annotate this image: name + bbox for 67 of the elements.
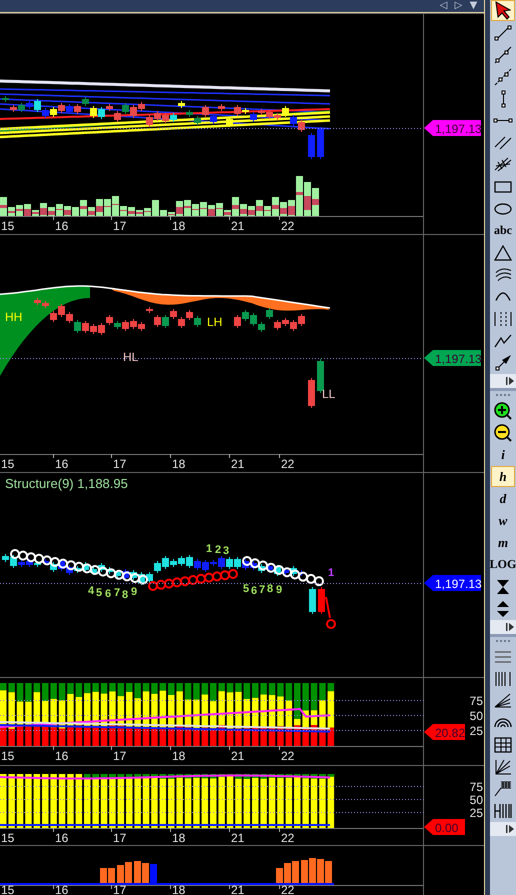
tool-button[interactable]: w: [491, 510, 515, 531]
nav-button[interactable]: ◁: [437, 0, 450, 12]
date-label: 21: [231, 883, 244, 895]
date-label: 15: [1, 457, 14, 471]
date-label: 16: [55, 457, 68, 471]
count-label: 8: [267, 583, 274, 595]
indicator-title: Structure(9) 1,188.95: [5, 476, 128, 491]
date-label: 15: [1, 219, 14, 233]
swing-label: HH: [5, 310, 22, 324]
date-label: 15: [1, 883, 14, 895]
axis-tick-label: 25: [470, 724, 483, 738]
date-label: 15: [1, 831, 14, 845]
price-tag: 20.82: [424, 724, 466, 740]
count-label: 6: [251, 585, 258, 597]
tool-button[interactable]: i: [491, 444, 515, 465]
count-label: 8: [122, 589, 128, 601]
date-label: 18: [172, 457, 186, 471]
date-label: 22: [281, 831, 294, 845]
tool-button[interactable]: abc: [491, 220, 515, 241]
date-label: 21: [231, 219, 244, 233]
date-label: 22: [281, 457, 294, 471]
date-label: 17: [113, 883, 126, 895]
date-label: 22: [281, 749, 294, 763]
date-label: 17: [113, 219, 126, 233]
count-label: 1: [328, 567, 334, 579]
count-label: 6: [105, 588, 112, 600]
axis-tick-label: 50: [470, 709, 483, 723]
date-label: 21: [231, 749, 244, 763]
date-label: 15: [1, 749, 14, 763]
date-label: 22: [281, 883, 294, 895]
nav-button[interactable]: ▷: [452, 0, 465, 12]
date-label: 21: [231, 831, 244, 845]
date-label: 18: [172, 749, 186, 763]
tool-button[interactable]: h: [491, 466, 515, 487]
date-label: 16: [55, 749, 68, 763]
price-tag: 0.00: [424, 819, 465, 835]
count-label: 9: [276, 584, 282, 596]
count-label: 5: [243, 583, 250, 595]
swing-label: LH: [207, 315, 222, 329]
count-label: 9: [131, 586, 138, 598]
date-label: 17: [113, 457, 126, 471]
tool-button[interactable]: m: [491, 532, 515, 553]
swing-label: LL: [322, 387, 336, 401]
count-label: 3: [223, 545, 230, 557]
count-label: 2: [215, 544, 222, 556]
count-label: 1: [206, 543, 212, 555]
count-label: 7: [114, 587, 120, 599]
date-label: 16: [55, 219, 68, 233]
tool-button[interactable]: d: [491, 488, 515, 509]
axis-tick-label: 75: [470, 694, 483, 708]
count-label: 7: [259, 584, 266, 596]
date-label: 18: [172, 831, 186, 845]
date-label: 17: [113, 831, 126, 845]
date-label: 21: [231, 457, 244, 471]
axis-tick-label: 25: [470, 806, 483, 820]
count-label: 5: [96, 587, 102, 599]
date-label: 16: [55, 831, 68, 845]
date-label: 18: [172, 219, 186, 233]
axis-tick-label: 50: [470, 793, 483, 807]
nav-button[interactable]: ▼: [467, 0, 480, 12]
swing-label: HL: [123, 350, 138, 364]
axis-tick-label: 75: [470, 780, 483, 794]
date-label: 16: [55, 883, 68, 895]
count-label: 4: [88, 585, 94, 597]
date-label: 22: [281, 219, 294, 233]
date-label: 17: [113, 749, 126, 763]
date-label: 18: [172, 883, 186, 895]
